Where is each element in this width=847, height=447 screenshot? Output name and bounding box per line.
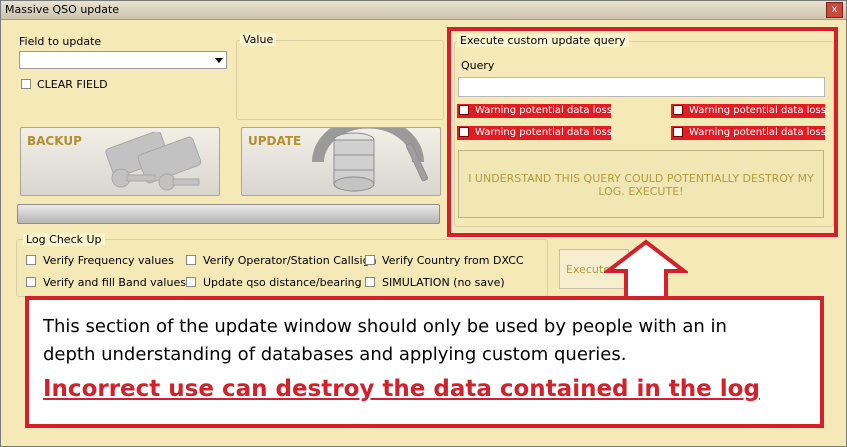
annotation-line-2: depth understanding of databases and app… bbox=[43, 344, 627, 365]
verify-band-checkbox[interactable] bbox=[26, 277, 36, 287]
simulation-checkbox[interactable] bbox=[365, 277, 375, 287]
verify-country-label: Verify Country from DXCC bbox=[382, 254, 524, 267]
update-distance-label: Update qso distance/bearing bbox=[203, 276, 362, 289]
field-to-update-label: Field to update bbox=[19, 35, 102, 48]
warning-checkbox-2[interactable]: Warning potential data loss bbox=[671, 104, 826, 118]
title-bar: Massive QSO update x bbox=[1, 1, 846, 20]
checkbox[interactable] bbox=[673, 127, 683, 137]
verify-operator-label: Verify Operator/Station Callsign bbox=[203, 254, 377, 267]
backup-label: BACKUP bbox=[27, 134, 82, 148]
chevron-down-icon bbox=[215, 58, 223, 63]
query-label: Query bbox=[461, 59, 495, 72]
verify-country-checkbox[interactable] bbox=[365, 255, 375, 265]
log-check-title: Log Check Up bbox=[23, 233, 105, 246]
checkbox[interactable] bbox=[673, 105, 683, 115]
value-group-title: Value bbox=[240, 33, 277, 46]
execute-query-button[interactable]: I UNDERSTAND THIS QUERY COULD POTENTIALL… bbox=[458, 150, 824, 218]
warning-label: Warning potential data loss bbox=[689, 105, 826, 116]
update-distance-checkbox[interactable] bbox=[186, 277, 196, 287]
checkbox[interactable] bbox=[459, 127, 469, 137]
annotation-callout: This section of the update window should… bbox=[25, 296, 824, 428]
database-update-icon bbox=[312, 128, 429, 192]
custom-query-group-title: Execute custom update query bbox=[457, 34, 629, 47]
simulation-label: SIMULATION (no save) bbox=[382, 276, 505, 289]
checkbox[interactable] bbox=[459, 105, 469, 115]
close-button[interactable]: x bbox=[826, 2, 843, 18]
clear-field-label: CLEAR FIELD bbox=[37, 78, 108, 91]
verify-frequency-label: Verify Frequency values bbox=[43, 254, 174, 267]
arrow-up-icon bbox=[604, 239, 688, 301]
window-title: Massive QSO update bbox=[5, 3, 120, 16]
warning-label: Warning potential data loss bbox=[475, 127, 612, 138]
warning-label: Warning potential data loss bbox=[475, 105, 612, 116]
keys-icon bbox=[105, 132, 202, 191]
field-to-update-dropdown[interactable] bbox=[19, 51, 227, 69]
warning-label: Warning potential data loss bbox=[689, 127, 826, 138]
verify-frequency-checkbox[interactable] bbox=[26, 255, 36, 265]
progress-bar bbox=[17, 204, 440, 224]
verify-band-label: Verify and fill Band values bbox=[43, 276, 186, 289]
update-button[interactable]: UPDATE bbox=[241, 127, 441, 196]
clear-field-checkbox[interactable] bbox=[21, 79, 31, 89]
annotation-warning: Incorrect use can destroy the data conta… bbox=[43, 376, 760, 402]
value-group bbox=[236, 40, 444, 120]
query-input[interactable] bbox=[458, 77, 825, 97]
backup-button[interactable]: BACKUP bbox=[20, 127, 220, 196]
verify-operator-checkbox[interactable] bbox=[186, 255, 196, 265]
warning-checkbox-3[interactable]: Warning potential data loss bbox=[457, 126, 612, 140]
annotation-line-1: This section of the update window should… bbox=[43, 316, 727, 337]
warning-checkbox-1[interactable]: Warning potential data loss bbox=[457, 104, 612, 118]
update-label: UPDATE bbox=[248, 134, 302, 148]
warning-checkbox-4[interactable]: Warning potential data loss bbox=[671, 126, 826, 140]
